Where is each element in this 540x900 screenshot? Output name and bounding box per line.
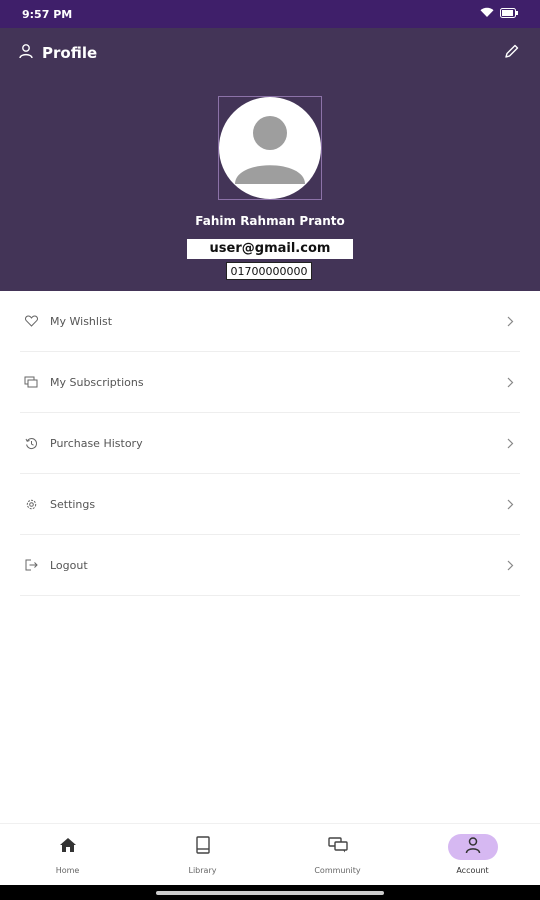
user-email: user@gmail.com [187, 239, 353, 259]
menu-item-label: My Subscriptions [50, 375, 144, 389]
nav-item-community[interactable]: Community [270, 824, 405, 885]
profile-header: Profile Fahim Rahman Pranto user@gmail.c… [0, 28, 540, 291]
person-icon [465, 836, 481, 858]
edit-profile-button[interactable] [502, 43, 522, 63]
menu-item-subscriptions[interactable]: My Subscriptions [20, 352, 520, 413]
person-icon [18, 43, 34, 63]
home-gesture-handle[interactable] [156, 890, 384, 895]
home-icon [59, 837, 77, 857]
heart-icon [24, 314, 38, 328]
menu-item-settings[interactable]: Settings [20, 474, 520, 535]
gesture-bar [0, 885, 540, 900]
user-name: Fahim Rahman Pranto [195, 214, 345, 228]
nav-label: Community [314, 866, 361, 875]
chevron-right-icon [504, 376, 516, 388]
subscriptions-icon [24, 375, 38, 389]
nav-item-home[interactable]: Home [0, 824, 135, 885]
page-title: Profile [42, 44, 98, 62]
nav-label: Library [188, 866, 217, 875]
menu-item-logout[interactable]: Logout [20, 535, 520, 596]
menu-item-label: My Wishlist [50, 314, 113, 328]
history-icon [24, 436, 38, 450]
chat-icon [327, 837, 348, 857]
menu-item-purchase-history[interactable]: Purchase History [20, 413, 520, 474]
user-phone: 01700000000 [226, 262, 312, 280]
avatar [219, 97, 321, 199]
status-bar: 9:57 PM [0, 0, 540, 28]
status-icons [480, 7, 518, 21]
menu-item-label: Purchase History [50, 436, 143, 450]
wifi-icon [480, 7, 494, 21]
nav-item-library[interactable]: Library [135, 824, 270, 885]
title-row: Profile [18, 43, 97, 63]
logout-icon [24, 558, 38, 572]
bottom-nav: Home Library Community Account [0, 823, 540, 885]
status-time: 9:57 PM [22, 7, 73, 21]
chevron-right-icon [504, 498, 516, 510]
menu-item-label: Settings [50, 497, 96, 511]
chevron-right-icon [504, 559, 516, 571]
book-icon [195, 836, 211, 858]
menu-item-label: Logout [50, 558, 88, 572]
account-menu: My Wishlist My Subscriptions Purchase Hi… [20, 291, 520, 596]
chevron-right-icon [504, 315, 516, 327]
nav-label: Account [456, 866, 489, 875]
menu-item-wishlist[interactable]: My Wishlist [20, 291, 520, 352]
nav-label: Home [55, 866, 80, 875]
gear-icon [24, 497, 38, 511]
avatar-frame[interactable] [218, 96, 322, 200]
battery-icon [500, 7, 518, 21]
chevron-right-icon [504, 437, 516, 449]
default-avatar-icon [235, 116, 305, 184]
nav-item-account[interactable]: Account [405, 824, 540, 885]
pencil-icon [504, 43, 520, 63]
